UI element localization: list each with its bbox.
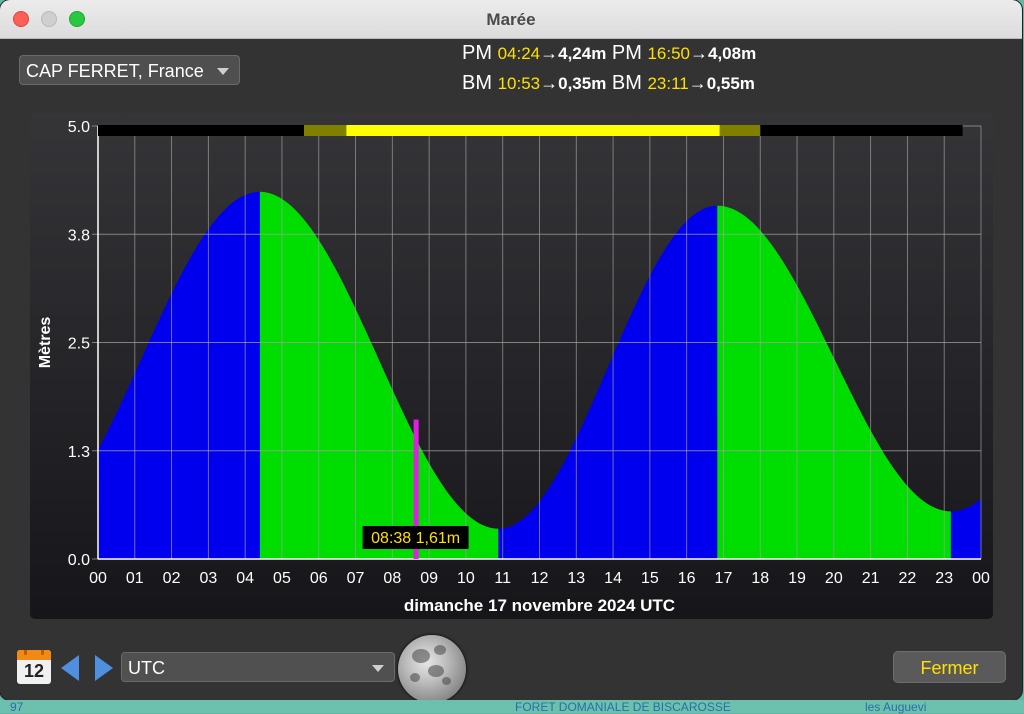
- calendar-day: 12: [23, 661, 45, 681]
- desktop-background: 97 FORET DOMANIALE DE BISCAROSSE les Aug…: [0, 700, 1024, 714]
- tide-height: 0,35m: [558, 74, 607, 93]
- tide-time: 04:24: [497, 44, 541, 63]
- x-tick-label: 12: [531, 570, 549, 587]
- x-tick-label: 09: [420, 570, 438, 587]
- y-axis-title: Mètres: [37, 317, 54, 369]
- daylight-bar-segment: [346, 125, 720, 136]
- arrow-icon: →: [540, 73, 559, 93]
- daylight-bar-segment: [719, 125, 761, 136]
- x-tick-label: 01: [126, 570, 144, 587]
- x-tick-label: 19: [788, 570, 806, 587]
- desktop-map-label: FORET DOMANIALE DE BISCAROSSE: [515, 700, 731, 714]
- x-tick-label: 05: [273, 570, 291, 587]
- calendar-ring: [41, 650, 44, 655]
- moon-phase-icon: [398, 635, 466, 700]
- calendar-ring: [24, 650, 27, 655]
- previous-day-button[interactable]: [61, 655, 79, 681]
- tide-height: 4,08m: [707, 44, 757, 63]
- x-tick-label: 11: [494, 570, 511, 587]
- arrow-icon: →: [540, 43, 559, 63]
- x-axis-title: dimanche 17 novembre 2024 UTC: [404, 596, 675, 615]
- tide-time: 16:50: [647, 44, 690, 63]
- calendar-band: [17, 650, 51, 660]
- x-tick-label: 23: [935, 570, 953, 587]
- tide-type: BM: [462, 72, 492, 94]
- x-tick-label: 13: [567, 570, 585, 587]
- x-tick-label: 18: [751, 570, 769, 587]
- x-tick-label: 14: [604, 570, 622, 587]
- daylight-bar-segment: [760, 125, 963, 136]
- low-tides-line: BM 10:53→0,35m BM 23:11→0,55m: [462, 72, 755, 100]
- desktop-map-label: les Auguevi: [865, 700, 927, 714]
- tide-type: PM: [462, 42, 492, 64]
- falling-tide-area: [259, 191, 499, 560]
- x-tick-label: 22: [899, 570, 917, 587]
- tide-time: 23:11: [647, 74, 689, 93]
- location-value: CAP FERRET, France: [26, 61, 204, 81]
- rising-tide-area: [98, 191, 260, 560]
- next-day-button[interactable]: [95, 655, 113, 681]
- tide-window: Marée CAP FERRET, France PM 04:24→4,24m …: [0, 0, 1022, 700]
- tide-chart-panel: 00 01 02 03 04 05 06 07 08 09 10 11 12 13 14 15 16 17 18 19…: [30, 113, 993, 619]
- x-tick-label: 04: [236, 570, 254, 587]
- x-tick-label: 21: [862, 570, 880, 587]
- tide-time: 10:53: [497, 74, 541, 93]
- rising-tide-area: [498, 205, 718, 559]
- timezone-dropdown[interactable]: UTC: [121, 652, 395, 682]
- close-button[interactable]: Fermer: [893, 651, 1006, 683]
- tide-type: PM: [611, 42, 642, 64]
- y-tick-label: 1.3: [68, 444, 90, 461]
- tide-height: 4,24m: [558, 44, 607, 63]
- x-tick-label: 06: [310, 570, 328, 587]
- rising-tide-area: [950, 499, 981, 559]
- x-tick-label: 10: [457, 570, 475, 587]
- y-tick-label: 2.5: [68, 336, 90, 353]
- tide-chart: 00 01 02 03 04 05 06 07 08 09 10 11 12 13 14 15 16 17 18 19…: [37, 119, 990, 615]
- x-tick-label: 07: [347, 570, 365, 587]
- chevron-down-icon: [372, 665, 384, 672]
- x-tick-label: 15: [641, 570, 659, 587]
- title-bar: Marée: [0, 0, 1022, 39]
- window-title: Marée: [486, 10, 536, 29]
- daylight-bar-segment: [98, 125, 305, 136]
- x-tick-label: 02: [163, 570, 181, 587]
- x-tick-label: 00: [972, 570, 990, 587]
- arrow-icon: →: [689, 43, 708, 63]
- current-label: 08:38 1,61m: [371, 530, 460, 547]
- chevron-down-icon: [217, 68, 229, 75]
- arrow-icon: →: [688, 73, 707, 93]
- x-tick-label: 08: [383, 570, 401, 587]
- y-tick-label: 5.0: [68, 119, 90, 136]
- desktop-map-label: 97: [10, 700, 24, 714]
- x-tick-label: 00: [89, 570, 107, 587]
- y-tick-label: 3.8: [68, 227, 90, 244]
- x-tick-label: 03: [199, 570, 217, 587]
- tide-height: 0,55m: [706, 74, 755, 93]
- timezone-value: UTC: [128, 658, 165, 678]
- x-tick-label: 17: [715, 570, 733, 587]
- high-tides-line: PM 04:24→4,24m PM 16:50→4,08m: [462, 42, 756, 70]
- x-tick-label: 20: [825, 570, 843, 587]
- daylight-bar-segment: [304, 125, 347, 136]
- x-tick-label: 16: [678, 570, 696, 587]
- y-tick-label: 0.0: [68, 552, 90, 569]
- calendar-icon[interactable]: 12: [17, 650, 51, 684]
- tide-type: BM: [611, 72, 642, 94]
- location-dropdown[interactable]: CAP FERRET, France: [19, 55, 240, 85]
